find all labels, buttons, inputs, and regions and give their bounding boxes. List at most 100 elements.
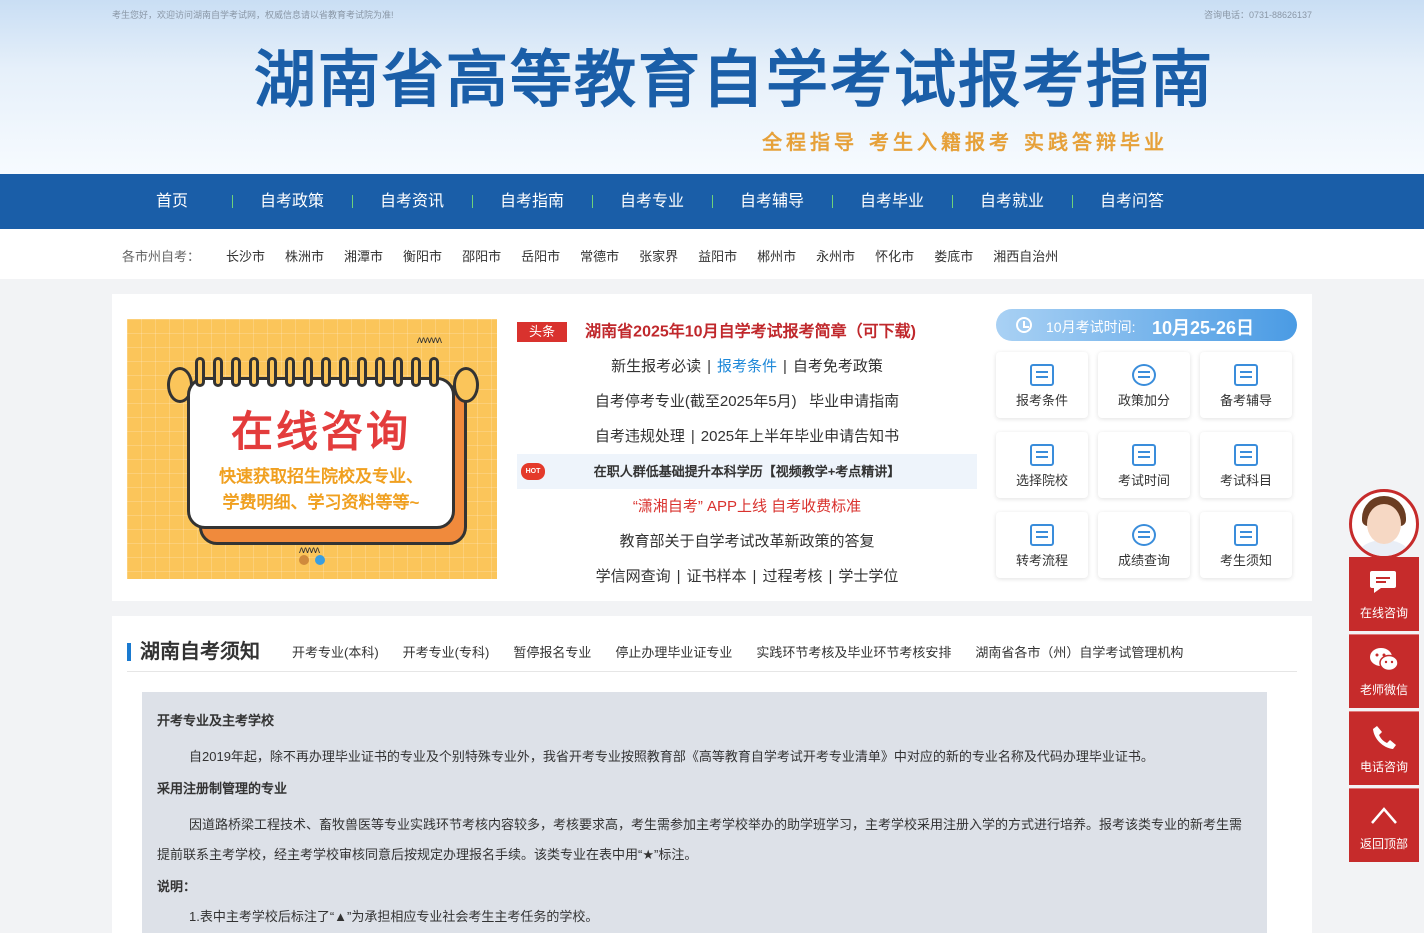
city-link[interactable]: 常德市: [580, 246, 619, 265]
nav-item-graduation[interactable]: 自考毕业: [832, 174, 952, 229]
tv-icon: [1132, 444, 1156, 466]
tile-apply-conditions[interactable]: 报考条件: [996, 352, 1088, 418]
user-icon: [1132, 364, 1156, 386]
notice-paragraph: 自2019年起，除不再办理毕业证书的专业及个别特殊专业外，我省开考专业按照教育部…: [189, 749, 1154, 764]
tile-candidate-notice[interactable]: 考生须知: [1200, 512, 1292, 578]
tile-exam-time[interactable]: 考试时间: [1098, 432, 1190, 498]
online-consult-button[interactable]: 在线咨询: [1349, 557, 1419, 631]
quick-links: 报考条件 政策加分 备考辅导 选择院校 考试时间 考试科目 转考流程 成绩查询 …: [996, 352, 1296, 578]
tab-bachelor-majors[interactable]: 开考专业(本科): [292, 642, 379, 664]
notice-heading: 采用注册制管理的专业: [157, 781, 288, 796]
banner-line1: 快速获取招生院校及专业、: [219, 467, 423, 486]
pager-dot-active[interactable]: [315, 555, 325, 565]
city-link[interactable]: 郴州市: [757, 246, 796, 265]
news-link[interactable]: “潇湘自考” APP上线 自考收费标准: [633, 498, 861, 515]
clock-icon: [1016, 317, 1032, 333]
news-row: 学信网查询 | 证书样本 | 过程考核 | 学士学位: [595, 568, 899, 585]
notice-heading: 说明：: [157, 879, 197, 894]
city-link[interactable]: 岳阳市: [521, 246, 560, 265]
news-link[interactable]: 新生报考必读: [611, 358, 701, 375]
news-row: “潇湘自考” APP上线 自考收费标准: [517, 489, 977, 524]
tile-exam-subjects[interactable]: 考试科目: [1200, 432, 1292, 498]
pager-dot[interactable]: [299, 555, 309, 565]
disc-icon: [1132, 524, 1156, 546]
main-nav: 首页 自考政策 自考资讯 自考指南 自考专业 自考辅导 自考毕业 自考就业 自考…: [0, 174, 1424, 229]
nav-item-news[interactable]: 自考资讯: [352, 174, 472, 229]
city-link[interactable]: 株洲市: [285, 246, 324, 265]
nav-item-guide[interactable]: 自考指南: [472, 174, 592, 229]
news-link[interactable]: 报考条件: [717, 358, 777, 375]
city-bar: 各市州自考： 长沙市 株洲市 湘潭市 衡阳市 邵阳市 岳阳市 常德市 张家界 益…: [0, 229, 1424, 279]
notice-paragraph: 因道路桥梁工程技术、畜牧兽医等专业实践环节考核内容较多，考核要求高，考生需参加主…: [157, 817, 1243, 862]
notice-title: 湖南自考须知: [140, 641, 260, 663]
teacher-wechat-button[interactable]: 老师微信: [1349, 634, 1419, 708]
calendar-rings-icon: [195, 357, 439, 387]
tab-suspended-majors[interactable]: 暂停报名专业: [513, 642, 591, 664]
city-link[interactable]: 益阳市: [698, 246, 737, 265]
tile-choose-school[interactable]: 选择院校: [996, 432, 1088, 498]
news-link[interactable]: 自考免考政策: [793, 358, 883, 375]
edit-icon: [1234, 364, 1258, 386]
notice-paragraph: 1.表中主考学校后标注了“▲”为承担相应专业社会考生主考任务的学校。: [189, 909, 599, 924]
news-link[interactable]: 教育部关于自学考试改革新政策的答复: [619, 533, 874, 550]
exam-time-label: 10月考试时间:: [1046, 319, 1136, 335]
headline-news: 头条 湖南省2025年10月自学考试报考简章（可下载) 新生报考必读 | 报考条件 |…: [517, 314, 977, 594]
tile-score-query[interactable]: 成绩查询: [1098, 512, 1190, 578]
news-link[interactable]: 自考违规处理: [595, 428, 685, 445]
tab-college-majors[interactable]: 开考专业(专科): [403, 642, 490, 664]
city-list: 长沙市 株洲市 湘潭市 衡阳市 邵阳市 岳阳市 常德市 张家界 益阳市 郴州市 …: [216, 246, 1068, 265]
news-link[interactable]: 学信网查询: [596, 568, 671, 585]
tile-transfer-process[interactable]: 转考流程: [996, 512, 1088, 578]
news-link[interactable]: 毕业申请指南: [809, 393, 899, 410]
consult-banner[interactable]: ʌʌʌʌʌʌ ʌʌʌʌʌ 在线咨询 快速获取招生院校及专业、 学费明细、学习资料…: [127, 319, 497, 579]
news-row: 新生报考必读 | 报考条件 | 自考免考政策: [611, 358, 883, 375]
city-link[interactable]: 衡阳市: [403, 246, 442, 265]
news-link[interactable]: 过程考核: [762, 568, 822, 585]
city-link[interactable]: 娄底市: [934, 246, 973, 265]
exam-time-date: 10月25-26日: [1152, 318, 1255, 338]
tab-stopped-certificate[interactable]: 停止办理毕业证专业: [615, 642, 732, 664]
news-link[interactable]: 证书样本: [687, 568, 747, 585]
nav-item-tutoring[interactable]: 自考辅导: [712, 174, 832, 229]
books-icon: [1234, 444, 1258, 466]
city-link[interactable]: 怀化市: [875, 246, 914, 265]
news-row: 自考停考专业(截至2025年5月) 毕业申请指南: [517, 384, 977, 419]
book-open-icon: [1030, 524, 1054, 546]
tab-management-agencies[interactable]: 湖南省各市（州）自学考试管理机构: [975, 642, 1183, 664]
city-link[interactable]: 湘潭市: [344, 246, 383, 265]
site-header: 考生您好，欢迎访问湖南自学考试网，权威信息请以省教育考试院为准! 咨询电话：07…: [0, 0, 1424, 174]
news-link[interactable]: 2025年上半年毕业申请告知书: [701, 428, 899, 445]
city-link[interactable]: 邵阳市: [462, 246, 501, 265]
nav-item-home[interactable]: 首页: [112, 174, 232, 229]
consultant-avatar[interactable]: [1349, 489, 1419, 559]
banner-pager: [299, 555, 325, 565]
city-bar-label: 各市州自考：: [122, 249, 201, 264]
nav-item-employment[interactable]: 自考就业: [952, 174, 1072, 229]
news-link[interactable]: 在职人群低基础提升本科学历【视频教学+考点精讲】: [594, 464, 901, 479]
site-title[interactable]: 湖南省高等教育自学考试报考指南: [254, 44, 1214, 118]
monitor-icon: [1030, 444, 1054, 466]
notice-tabs: 开考专业(本科) 开考专业(专科) 暂停报名专业 停止办理毕业证专业 实践环节考…: [292, 642, 1207, 664]
tab-practice-assessment[interactable]: 实践环节考核及毕业环节考核安排: [756, 642, 951, 664]
site-slogan: 全程指导 考生入籍报考 实践答辩毕业: [762, 130, 1168, 154]
banner-title: 在线咨询: [230, 408, 411, 455]
news-link[interactable]: 自考停考专业(截至2025年5月): [595, 393, 797, 410]
form-icon: [1030, 364, 1054, 386]
tile-policy-bonus[interactable]: 政策加分: [1098, 352, 1190, 418]
city-link[interactable]: 湘西自治州: [993, 246, 1058, 265]
city-link[interactable]: 永州市: [816, 246, 855, 265]
calendar-knob-icon: [453, 367, 479, 403]
city-link[interactable]: 张家界: [639, 246, 678, 265]
headline-link[interactable]: 湖南省2025年10月自学考试报考简章（可下载): [585, 324, 916, 341]
phone-consult-button[interactable]: 电话咨询: [1349, 711, 1419, 785]
back-to-top-button[interactable]: 返回顶部: [1349, 788, 1419, 862]
notice-body: 开考专业及主考学校 自2019年起，除不再办理毕业证书的专业及个别特殊专业外，我…: [142, 692, 1267, 933]
nav-item-majors[interactable]: 自考专业: [592, 174, 712, 229]
notice-section: 湖南自考须知 开考专业(本科) 开考专业(专科) 暂停报名专业 停止办理毕业证专…: [112, 616, 1312, 933]
tile-exam-prep[interactable]: 备考辅导: [1200, 352, 1292, 418]
city-link[interactable]: 长沙市: [226, 246, 265, 265]
nav-item-policy[interactable]: 自考政策: [232, 174, 352, 229]
notice-heading: 开考专业及主考学校: [157, 713, 275, 728]
news-link[interactable]: 学士学位: [838, 568, 898, 585]
nav-item-qa[interactable]: 自考问答: [1072, 174, 1192, 229]
